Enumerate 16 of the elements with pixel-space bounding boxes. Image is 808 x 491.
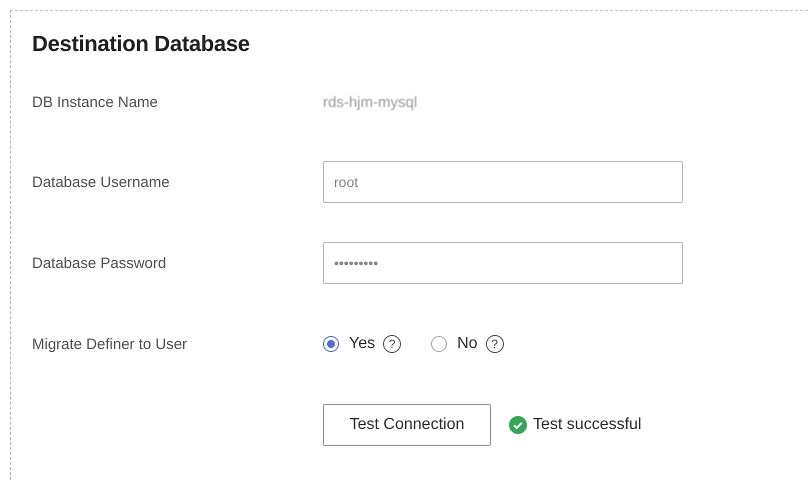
radio-option[interactable]: No — [431, 335, 478, 353]
section-title: Destination Database — [32, 31, 251, 57]
field-label: DB Instance Name — [32, 94, 159, 110]
help-icon[interactable]: ? — [486, 335, 504, 353]
field-label: Database Password — [32, 254, 168, 272]
status-text: Test successful — [533, 416, 642, 434]
input-field[interactable]: root — [323, 161, 683, 203]
radio-option[interactable]: Yes — [323, 335, 376, 353]
input-field[interactable]: ••••••••• — [323, 242, 683, 284]
field-value: rds-hjm-mysql — [323, 94, 418, 110]
radio-icon[interactable] — [431, 336, 448, 352]
test-connection-button[interactable]: Test Connection — [323, 404, 491, 446]
radio-icon[interactable] — [323, 336, 339, 352]
field-label: Migrate Definer to User — [32, 336, 188, 352]
help-icon[interactable]: ? — [383, 335, 402, 353]
field-label: Database Username — [32, 174, 171, 190]
